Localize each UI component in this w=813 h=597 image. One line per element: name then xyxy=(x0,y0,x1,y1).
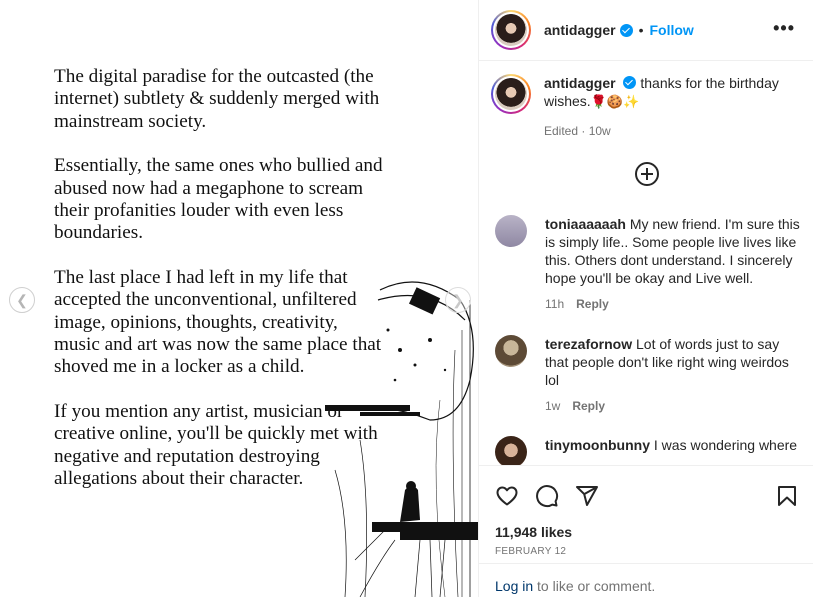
avatar-image xyxy=(495,78,527,110)
reply-button[interactable]: Reply xyxy=(576,297,609,311)
avatar[interactable] xyxy=(495,215,527,247)
verified-badge-icon xyxy=(619,23,633,37)
comment-time: 1w xyxy=(545,399,561,413)
comment-icon[interactable] xyxy=(535,484,559,508)
comment-username[interactable]: tinymoonbunny xyxy=(545,437,650,453)
post-paragraph: If you mention any artist, musician or c… xyxy=(54,400,378,490)
carousel-prev-button[interactable]: ❮ xyxy=(9,287,35,313)
comment-text: I was wondering where xyxy=(653,437,798,453)
avatar[interactable] xyxy=(491,74,531,114)
post-date: FEBRUARY 12 xyxy=(495,546,567,557)
bookmark-icon[interactable] xyxy=(775,484,799,508)
chevron-left-icon: ❮ xyxy=(16,291,28,308)
separator-dot: • xyxy=(638,22,644,38)
post-paragraph: Essentially, the same ones who bullied a… xyxy=(54,155,383,244)
verified-badge-icon xyxy=(623,76,637,89)
login-prompt: Log in to like or comment. xyxy=(479,563,813,597)
post-header: antidagger • Follow ••• xyxy=(479,0,813,61)
caption-username[interactable]: antidagger xyxy=(544,75,616,91)
caption-meta: Edited · 10w xyxy=(544,124,611,138)
post-actions: 11,948 likes FEBRUARY 12 Log in to like … xyxy=(479,465,813,597)
follow-button[interactable]: Follow xyxy=(649,22,693,38)
caption-body: antidagger thanks for the birthday wishe… xyxy=(544,74,794,140)
login-link[interactable]: Log in xyxy=(495,578,533,594)
avatar[interactable] xyxy=(491,10,531,50)
share-icon[interactable] xyxy=(575,484,599,508)
post-paragraph: The last place I had left in my life tha… xyxy=(54,266,382,378)
post-image: The digital paradise for the outcasted (… xyxy=(0,0,478,597)
comment: tinymoonbunny I was wondering where xyxy=(495,436,800,465)
caption: antidagger thanks for the birthday wishe… xyxy=(479,62,813,140)
avatar[interactable] xyxy=(495,436,527,465)
caption-emojis: 🌹🍪✨ xyxy=(590,95,640,110)
heart-icon[interactable] xyxy=(495,484,519,508)
post-text: The digital paradise for the outcasted (… xyxy=(54,66,384,513)
load-more-comments-button[interactable] xyxy=(635,162,659,186)
reply-button[interactable]: Reply xyxy=(572,399,605,413)
comment: toniaaaaaah My new friend. I'm sure this… xyxy=(495,215,800,313)
comment-username[interactable]: terezafornow xyxy=(545,336,632,352)
avatar[interactable] xyxy=(495,335,527,367)
comment-username[interactable]: toniaaaaaah xyxy=(545,216,626,232)
author-username[interactable]: antidagger xyxy=(544,22,616,38)
likes-count[interactable]: 11,948 likes xyxy=(495,524,572,540)
comments-scroll-area[interactable]: antidagger thanks for the birthday wishe… xyxy=(479,62,813,465)
avatar-image xyxy=(495,14,527,46)
comment-time: 11h xyxy=(545,297,565,311)
post-sidebar: antidagger • Follow ••• antidagger thank… xyxy=(478,0,813,597)
login-prompt-text: to like or comment. xyxy=(533,578,656,594)
carousel-next-button[interactable]: ❯ xyxy=(445,287,471,313)
chevron-right-icon: ❯ xyxy=(452,291,464,308)
comment: terezafornow Lot of words just to say th… xyxy=(495,335,800,415)
post-paragraph: The digital paradise for the outcasted (… xyxy=(54,66,380,132)
more-options-icon[interactable]: ••• xyxy=(773,18,795,39)
